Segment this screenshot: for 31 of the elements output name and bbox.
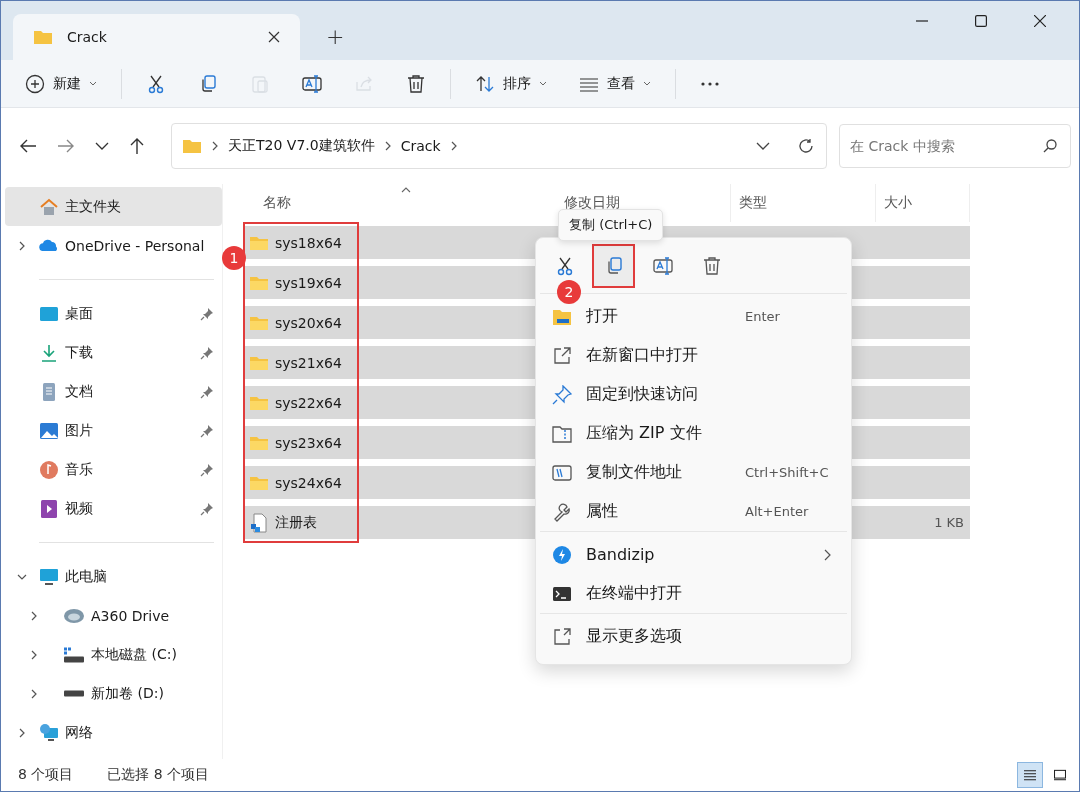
file-name: sys21x64 xyxy=(275,354,342,371)
tooltip: 复制 (Ctrl+C) xyxy=(558,209,664,241)
file-name: sys24x64 xyxy=(275,474,342,491)
file-name: sys20x64 xyxy=(275,314,342,331)
file-name: sys22x64 xyxy=(275,394,342,411)
sidebar-label: OneDrive - Personal xyxy=(65,237,206,254)
file-name: 注册表 xyxy=(275,513,317,532)
shortcut-text: Enter xyxy=(745,309,781,324)
file-name: sys23x64 xyxy=(275,434,342,451)
file-name: sys19x64 xyxy=(275,274,342,291)
sidebar-label: 新加卷 (D:) xyxy=(91,684,165,703)
item-count: 8 个项目 xyxy=(18,766,74,784)
sidebar-label: 桌面 xyxy=(65,304,94,323)
sidebar-label: 主文件夹 xyxy=(65,197,122,216)
sidebar-label: 文档 xyxy=(65,382,94,401)
file-size: 1 KB xyxy=(934,515,964,530)
file-name: sys18x64 xyxy=(275,234,342,251)
shortcut-text: Ctrl+Shift+C xyxy=(745,465,830,480)
shortcut-text: Alt+Enter xyxy=(745,504,810,519)
sidebar-label: 本地磁盘 (C:) xyxy=(91,645,178,664)
step-badge: 2 xyxy=(557,280,581,304)
sidebar-label: 下载 xyxy=(65,343,94,362)
sidebar-label: 音乐 xyxy=(65,460,94,479)
step-badge: 1 xyxy=(222,246,246,270)
sidebar-label: 网络 xyxy=(65,723,94,742)
sidebar-label: 视频 xyxy=(65,499,94,518)
sidebar-label: A360 Drive xyxy=(91,607,171,624)
sidebar-label: 图片 xyxy=(65,421,94,440)
sidebar-label: 此电脑 xyxy=(65,567,108,586)
tab-title: Crack xyxy=(67,29,108,45)
selection-count: 已选择 8 个项目 xyxy=(107,766,210,784)
